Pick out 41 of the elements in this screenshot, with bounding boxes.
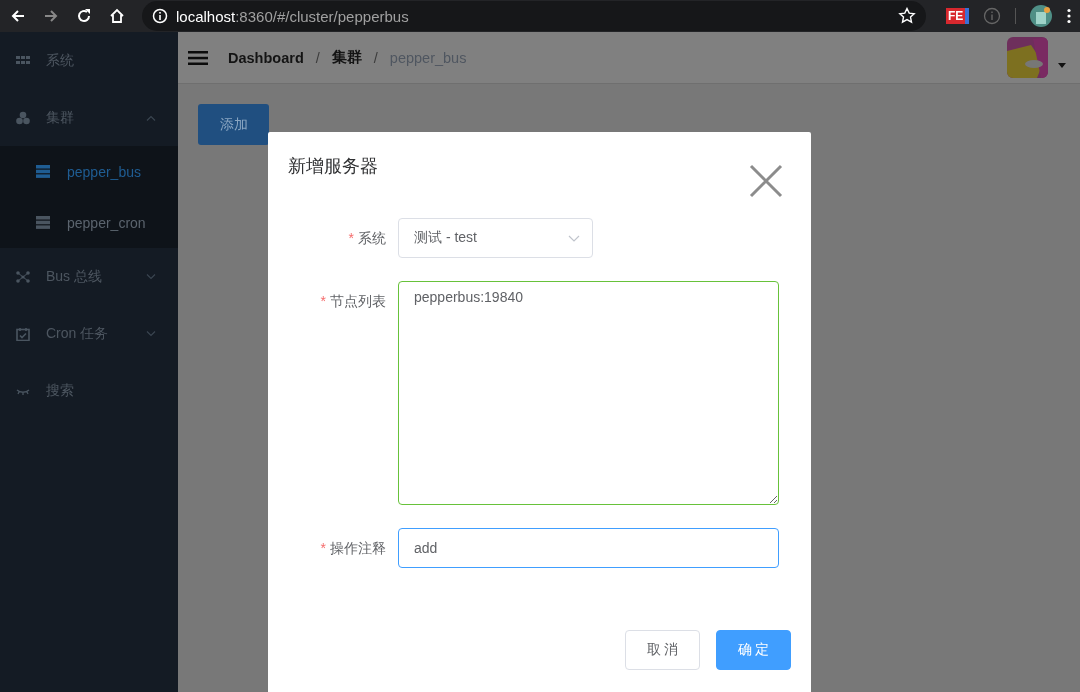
home-icon[interactable] xyxy=(109,8,125,24)
circles-icon xyxy=(16,110,30,125)
url-text: localhost:8360/#/cluster/pepperbus xyxy=(176,7,410,25)
breadcrumb-item[interactable]: 集群 xyxy=(331,48,362,67)
text-area[interactable]: pepperbus:19840 xyxy=(398,281,779,505)
field-label: * 操作注释 xyxy=(319,539,387,558)
reload-icon[interactable] xyxy=(76,8,92,24)
breadcrumb-separator: / xyxy=(373,49,378,66)
breadcrumb-item[interactable]: Dashboard xyxy=(228,49,304,66)
cancel-button[interactable]: 取 消 xyxy=(625,630,700,670)
profile-avatar-icon[interactable] xyxy=(1030,5,1053,27)
caret-icon[interactable] xyxy=(1058,63,1066,68)
more-icon[interactable] xyxy=(1066,8,1073,24)
sidebar-item[interactable]: 系统 xyxy=(0,32,178,89)
address-bar[interactable]: localhost:8360/#/cluster/pepperbus xyxy=(142,1,926,31)
sidebar-subitem[interactable]: pepper_bus xyxy=(0,146,178,197)
close-icon[interactable] xyxy=(749,164,783,198)
server-icon xyxy=(36,165,50,178)
chevron-down-icon xyxy=(568,234,580,242)
field-label: * 节点列表 xyxy=(319,292,387,311)
input-field[interactable]: add xyxy=(398,528,779,568)
extension-icon[interactable]: FE xyxy=(946,8,970,24)
network-icon xyxy=(16,269,30,284)
menu-icon[interactable] xyxy=(188,49,208,66)
select-field[interactable]: 测试 - test xyxy=(398,218,593,258)
sidebar-item[interactable]: 搜索 xyxy=(0,362,178,419)
confirm-button[interactable]: 确 定 xyxy=(716,630,791,670)
info-icon xyxy=(152,8,168,24)
forward-icon[interactable] xyxy=(43,8,59,24)
sidebar-subitem[interactable]: pepper_cron xyxy=(0,197,178,248)
star-icon[interactable] xyxy=(898,7,916,25)
back-icon[interactable] xyxy=(10,8,26,24)
calendar-icon xyxy=(16,326,30,341)
server-icon xyxy=(36,216,50,229)
sidebar-item[interactable]: Cron 任务 xyxy=(0,305,178,362)
field-label: * 系统 xyxy=(347,229,387,248)
dialog-title: 新增服务器 xyxy=(288,155,378,178)
sidebar-item[interactable]: 集群 xyxy=(0,89,178,146)
info-icon[interactable] xyxy=(983,7,1002,25)
breadcrumb-separator: / xyxy=(315,49,320,66)
add-button[interactable]: 添加 xyxy=(198,104,269,145)
